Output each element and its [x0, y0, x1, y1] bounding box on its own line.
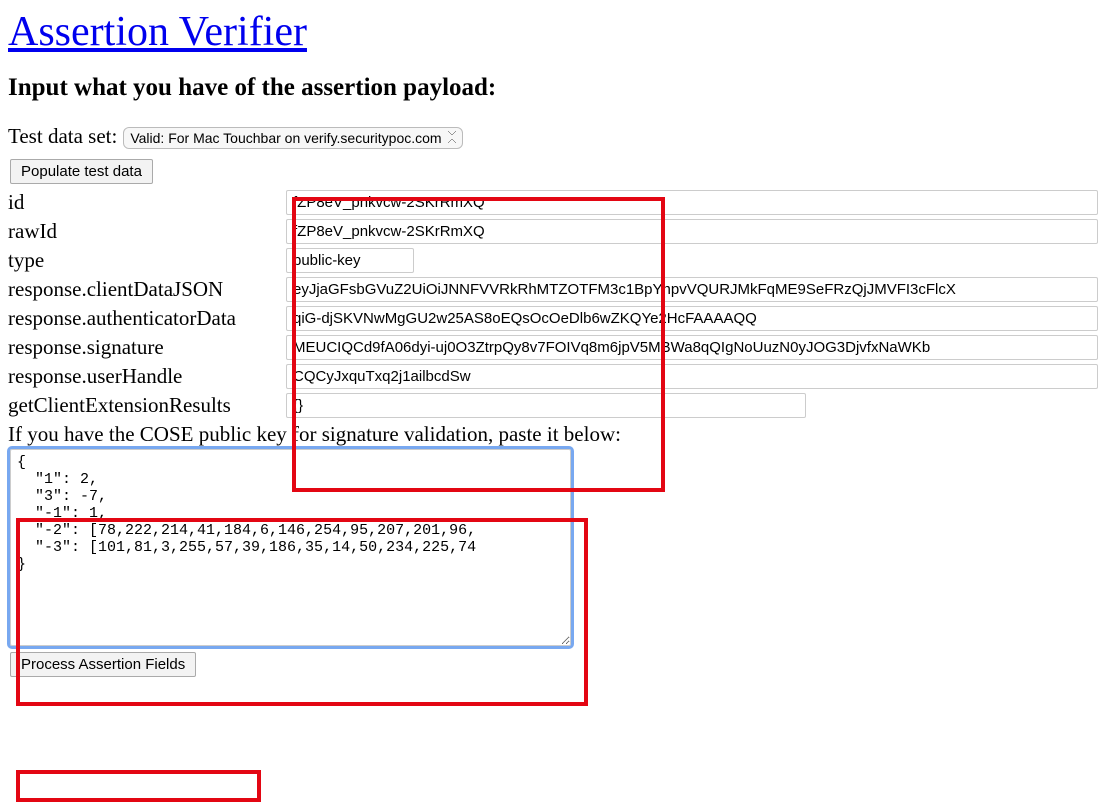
- userhandle-input[interactable]: [286, 364, 1098, 389]
- clientdatajson-label: response.clientDataJSON: [8, 277, 286, 302]
- type-label: type: [8, 248, 286, 273]
- process-assertion-fields-button[interactable]: Process Assertion Fields: [10, 652, 196, 677]
- id-input[interactable]: [286, 190, 1098, 215]
- populate-test-data-button[interactable]: Populate test data: [10, 159, 153, 184]
- userhandle-label: response.userHandle: [8, 364, 286, 389]
- extresults-input[interactable]: [286, 393, 806, 418]
- cose-public-key-textarea[interactable]: [10, 449, 571, 646]
- clientdatajson-input[interactable]: [286, 277, 1098, 302]
- test-data-select[interactable]: Valid: For Mac Touchbar on verify.securi…: [123, 127, 463, 149]
- page-title: Assertion Verifier: [8, 8, 1102, 56]
- signature-label: response.signature: [8, 335, 286, 360]
- type-input[interactable]: [286, 248, 414, 273]
- highlight-process-button-box: [16, 770, 261, 802]
- signature-input[interactable]: [286, 335, 1098, 360]
- extresults-label: getClientExtensionResults: [8, 393, 286, 418]
- assertion-verifier-link[interactable]: Assertion Verifier: [8, 9, 307, 55]
- page-subtitle: Input what you have of the assertion pay…: [8, 74, 1102, 102]
- authenticatordata-input[interactable]: [286, 306, 1098, 331]
- rawid-input[interactable]: [286, 219, 1098, 244]
- cose-hint: If you have the COSE public key for sign…: [8, 422, 1102, 447]
- test-data-label: Test data set:: [8, 124, 117, 149]
- authenticatordata-label: response.authenticatorData: [8, 306, 286, 331]
- id-label: id: [8, 190, 286, 215]
- rawid-label: rawId: [8, 219, 286, 244]
